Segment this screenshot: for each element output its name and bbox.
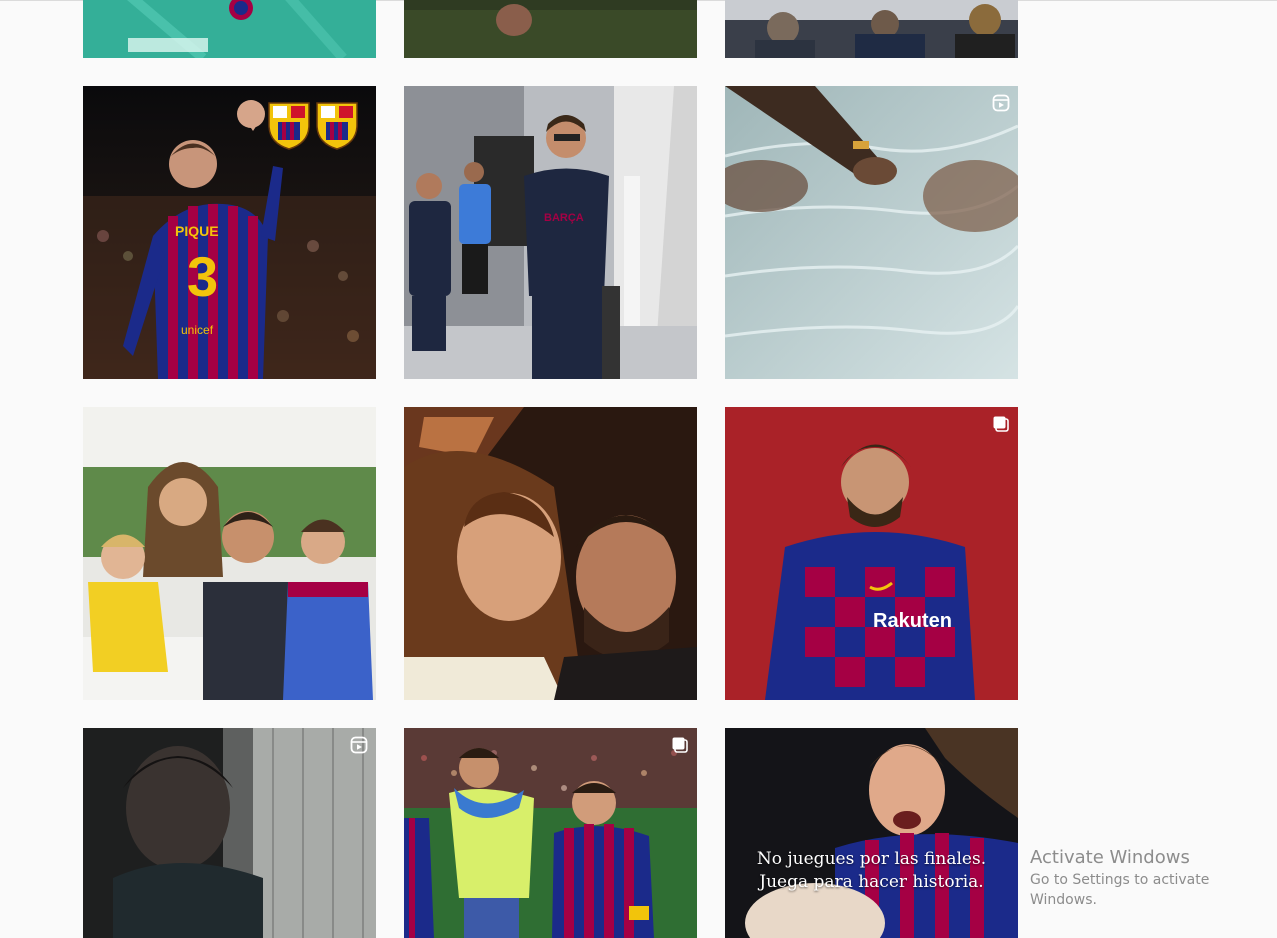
post-image	[725, 0, 1018, 58]
post-image	[404, 407, 697, 700]
shirt-sponsor: unicef	[181, 323, 214, 337]
carousel-icon	[671, 736, 689, 754]
post-tile[interactable]	[83, 407, 376, 700]
post-tile[interactable]	[404, 407, 697, 700]
profile-feed-page: PIQUE 3 unicef BARÇA Rakuten No juegues …	[0, 0, 1277, 938]
shirt-name: PIQUE	[175, 223, 219, 239]
shirt-number: 3	[187, 245, 218, 308]
carousel-icon	[992, 415, 1010, 433]
windows-activation-watermark: Activate Windows Go to Settings to activ…	[1030, 846, 1277, 910]
post-image	[83, 728, 376, 938]
post-image	[725, 728, 1018, 938]
post-tile[interactable]: No juegues por las finales. Juega para h…	[725, 728, 1018, 938]
svg-text:Rakuten: Rakuten	[873, 610, 952, 632]
post-tile[interactable]	[83, 0, 376, 58]
campaign-caption-line1: No juegues por las finales.	[756, 849, 987, 869]
post-tile[interactable]	[725, 0, 1018, 58]
post-image	[83, 0, 376, 58]
svg-text:BARÇA: BARÇA	[544, 212, 584, 224]
post-image	[725, 86, 1018, 379]
watermark-subtitle: Go to Settings to activate Windows.	[1030, 872, 1210, 908]
reel-icon	[350, 736, 368, 754]
post-image	[404, 0, 697, 58]
post-tile[interactable]: PIQUE 3 unicef	[83, 86, 376, 379]
reel-icon	[992, 94, 1010, 112]
post-image: Rakuten	[725, 407, 1018, 700]
campaign-caption: No juegues por las finales. Juega para h…	[725, 848, 1018, 894]
post-tile[interactable]: BARÇA	[404, 86, 697, 379]
post-tile[interactable]: Rakuten	[725, 407, 1018, 700]
post-tile[interactable]	[725, 86, 1018, 379]
post-image: PIQUE 3 unicef	[83, 86, 376, 379]
post-tile[interactable]	[404, 728, 697, 938]
post-image: BARÇA	[404, 86, 697, 379]
post-tile[interactable]	[404, 0, 697, 58]
post-image	[83, 407, 376, 700]
watermark-title: Activate Windows	[1030, 847, 1190, 868]
post-image	[404, 728, 697, 938]
post-tile[interactable]	[83, 728, 376, 938]
campaign-caption-line2: Juega para hacer historia.	[759, 872, 984, 892]
